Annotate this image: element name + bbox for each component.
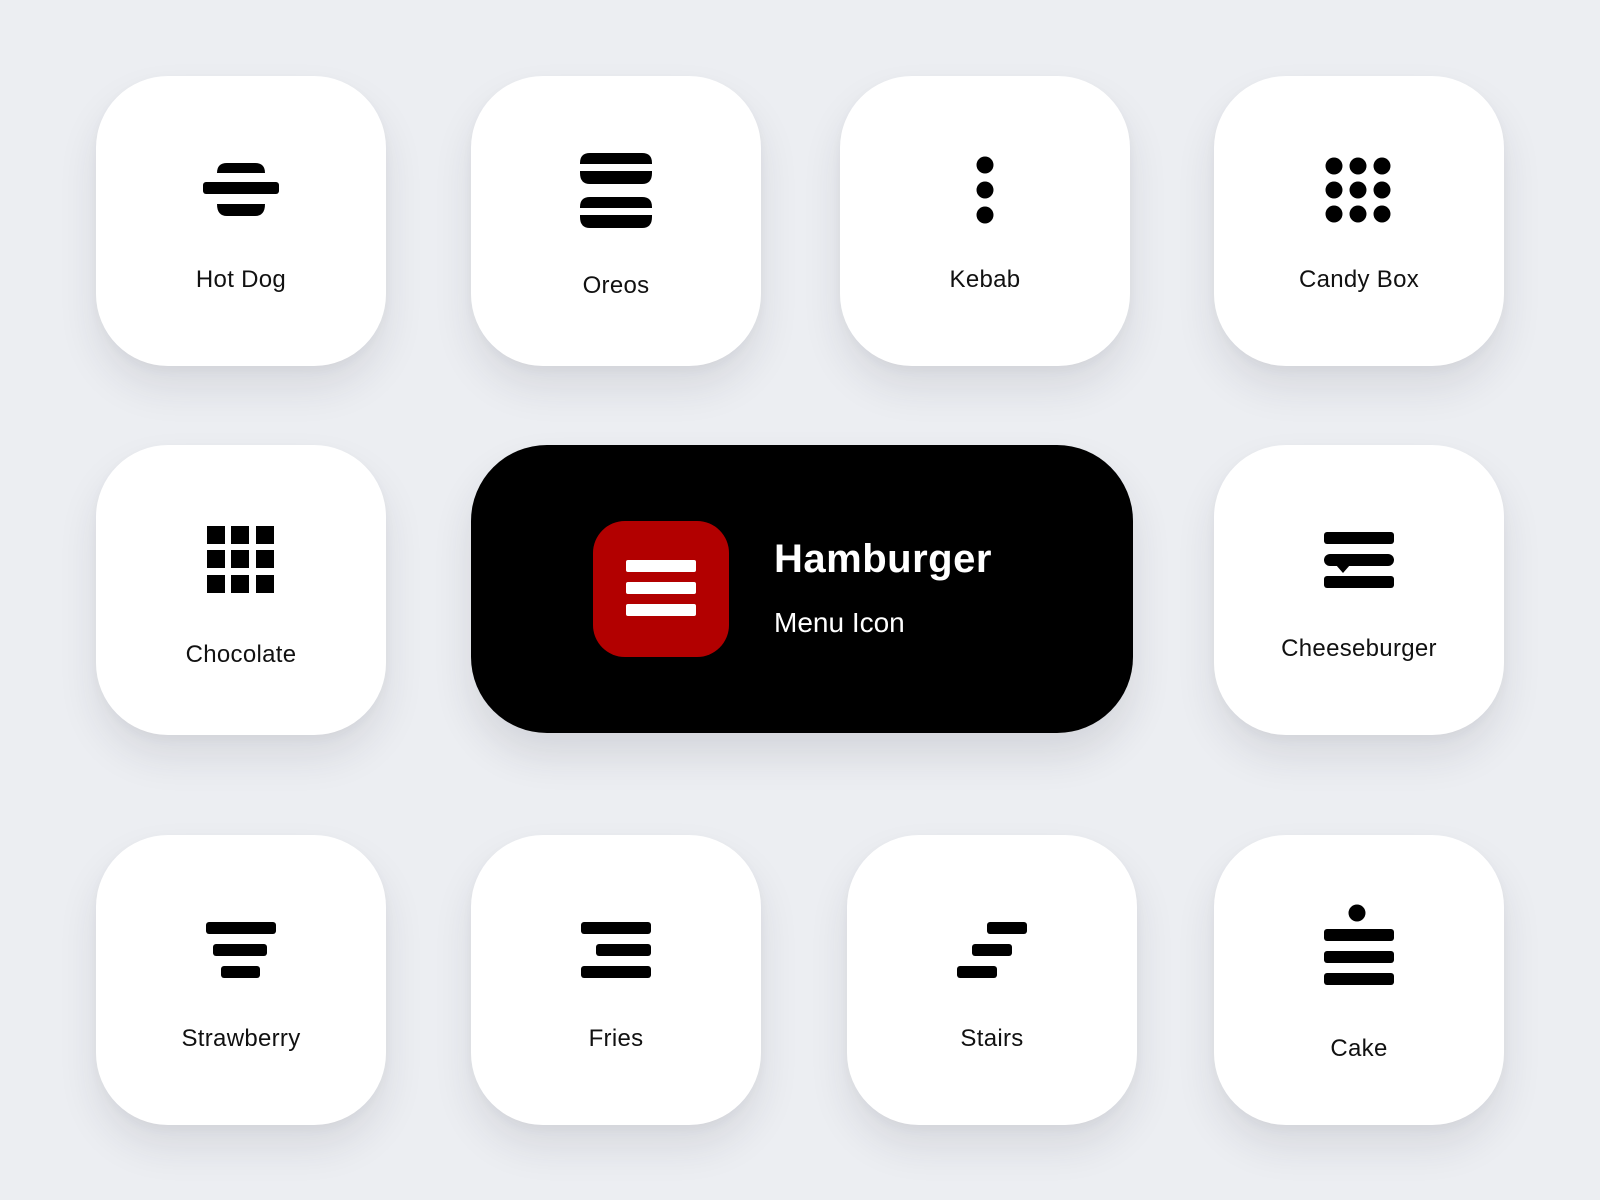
card-strawberry[interactable]: Strawberry xyxy=(96,835,386,1125)
chocolate-icon xyxy=(96,515,386,605)
card-label: Cake xyxy=(1330,1035,1388,1062)
card-label: Chocolate xyxy=(185,641,297,668)
card-candy-box[interactable]: Candy Box xyxy=(1214,76,1504,366)
hero-card-hamburger[interactable]: Hamburger Menu Icon xyxy=(471,445,1133,733)
card-label: Oreos xyxy=(582,272,650,299)
card-hot-dog[interactable]: Hot Dog xyxy=(96,76,386,366)
stairs-icon xyxy=(847,905,1137,995)
hero-title: Hamburger xyxy=(774,537,992,581)
card-cheeseburger[interactable]: Cheeseburger xyxy=(1214,445,1504,735)
card-label: Hot Dog xyxy=(195,266,287,293)
candy-box-icon xyxy=(1214,146,1504,236)
card-label: Fries xyxy=(588,1025,644,1052)
cheeseburger-icon xyxy=(1214,515,1504,605)
card-fries[interactable]: Fries xyxy=(471,835,761,1125)
fries-icon xyxy=(471,905,761,995)
cake-icon xyxy=(1214,901,1504,991)
card-label: Stairs xyxy=(960,1025,1024,1052)
card-label: Candy Box xyxy=(1298,266,1420,293)
card-chocolate[interactable]: Chocolate xyxy=(96,445,386,735)
card-cake[interactable]: Cake xyxy=(1214,835,1504,1125)
card-label: Kebab xyxy=(949,266,1021,293)
card-stairs[interactable]: Stairs xyxy=(847,835,1137,1125)
card-oreos[interactable]: Oreos xyxy=(471,76,761,366)
strawberry-icon xyxy=(96,905,386,995)
card-kebab[interactable]: Kebab xyxy=(840,76,1130,366)
hamburger-menu-icon xyxy=(593,521,729,657)
card-label: Strawberry xyxy=(181,1025,301,1052)
hot-dog-icon xyxy=(96,146,386,236)
oreos-icon xyxy=(471,146,761,236)
card-label: Cheeseburger xyxy=(1281,635,1437,662)
kebab-icon xyxy=(840,146,1130,236)
hero-subtitle: Menu Icon xyxy=(774,607,905,638)
